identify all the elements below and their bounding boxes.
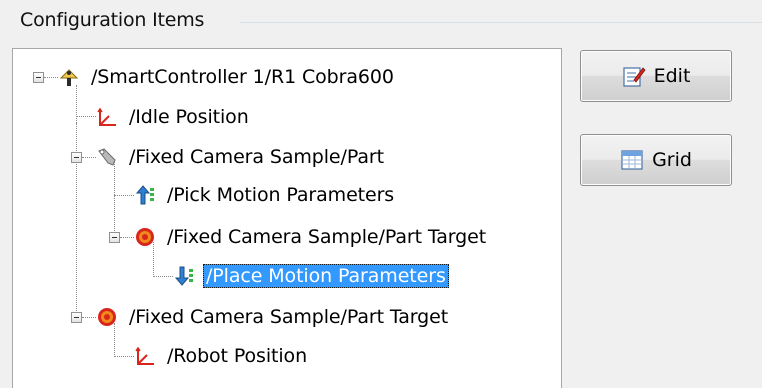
tree-item[interactable]: /Fixed Camera Sample/Part [96, 141, 387, 173]
tree-item-label: /Fixed Camera Sample/Part Target [167, 226, 487, 248]
tree-item[interactable]: /Robot Position [134, 340, 310, 372]
edit-button-label: Edit [653, 65, 691, 87]
edit-button[interactable]: Edit [580, 50, 732, 102]
edit-icon [622, 64, 646, 88]
grid-button[interactable]: Grid [580, 134, 732, 186]
collapse-toggle[interactable] [71, 152, 82, 163]
tree-line [76, 116, 96, 117]
tree-line [114, 356, 134, 357]
position-axes-icon [134, 345, 156, 367]
tree-line [114, 162, 115, 237]
tree-line [44, 77, 58, 78]
tree-line [82, 317, 96, 318]
tree-item-selected[interactable]: /Place Motion Parameters [173, 260, 449, 292]
tree-item[interactable]: /SmartController 1/R1 Cobra600 [58, 61, 397, 93]
robot-arm-icon [58, 66, 80, 88]
place-motion-icon [173, 265, 195, 287]
position-axes-icon [96, 106, 118, 128]
tree-line [82, 157, 96, 158]
target-icon [134, 226, 156, 248]
tree-item[interactable]: /Fixed Camera Sample/Part Target [96, 301, 451, 333]
tree-item-label: /Pick Motion Parameters [167, 184, 395, 206]
tree-line [153, 276, 173, 277]
groupbox-border [240, 22, 762, 23]
tree-item-label: /Fixed Camera Sample/Part [129, 146, 384, 168]
tree-line [114, 195, 134, 196]
tree-item-label: /Place Motion Parameters [203, 264, 449, 288]
collapse-toggle[interactable] [109, 232, 120, 243]
groupbox-title: Configuration Items [20, 9, 205, 31]
tree-item[interactable]: /Idle Position [96, 101, 252, 133]
pick-motion-icon [134, 184, 156, 206]
collapse-toggle[interactable] [71, 312, 82, 323]
grid-button-label: Grid [652, 149, 692, 171]
tree-line [120, 237, 134, 238]
collapse-toggle[interactable] [33, 72, 44, 83]
tree-item-label: /SmartController 1/R1 Cobra600 [91, 66, 394, 88]
tree-item-label: /Idle Position [129, 106, 249, 128]
configuration-tree[interactable]: /SmartController 1/R1 Cobra600 /Idle Pos… [12, 48, 562, 388]
grid-icon [620, 148, 644, 172]
tree-item-label: /Fixed Camera Sample/Part Target [129, 306, 449, 328]
tree-item-label: /Robot Position [167, 345, 308, 367]
tree-item[interactable]: /Pick Motion Parameters [134, 179, 397, 211]
target-icon [96, 306, 118, 328]
wrench-part-icon [96, 146, 118, 168]
tree-item[interactable]: /Fixed Camera Sample/Part Target [134, 221, 489, 253]
